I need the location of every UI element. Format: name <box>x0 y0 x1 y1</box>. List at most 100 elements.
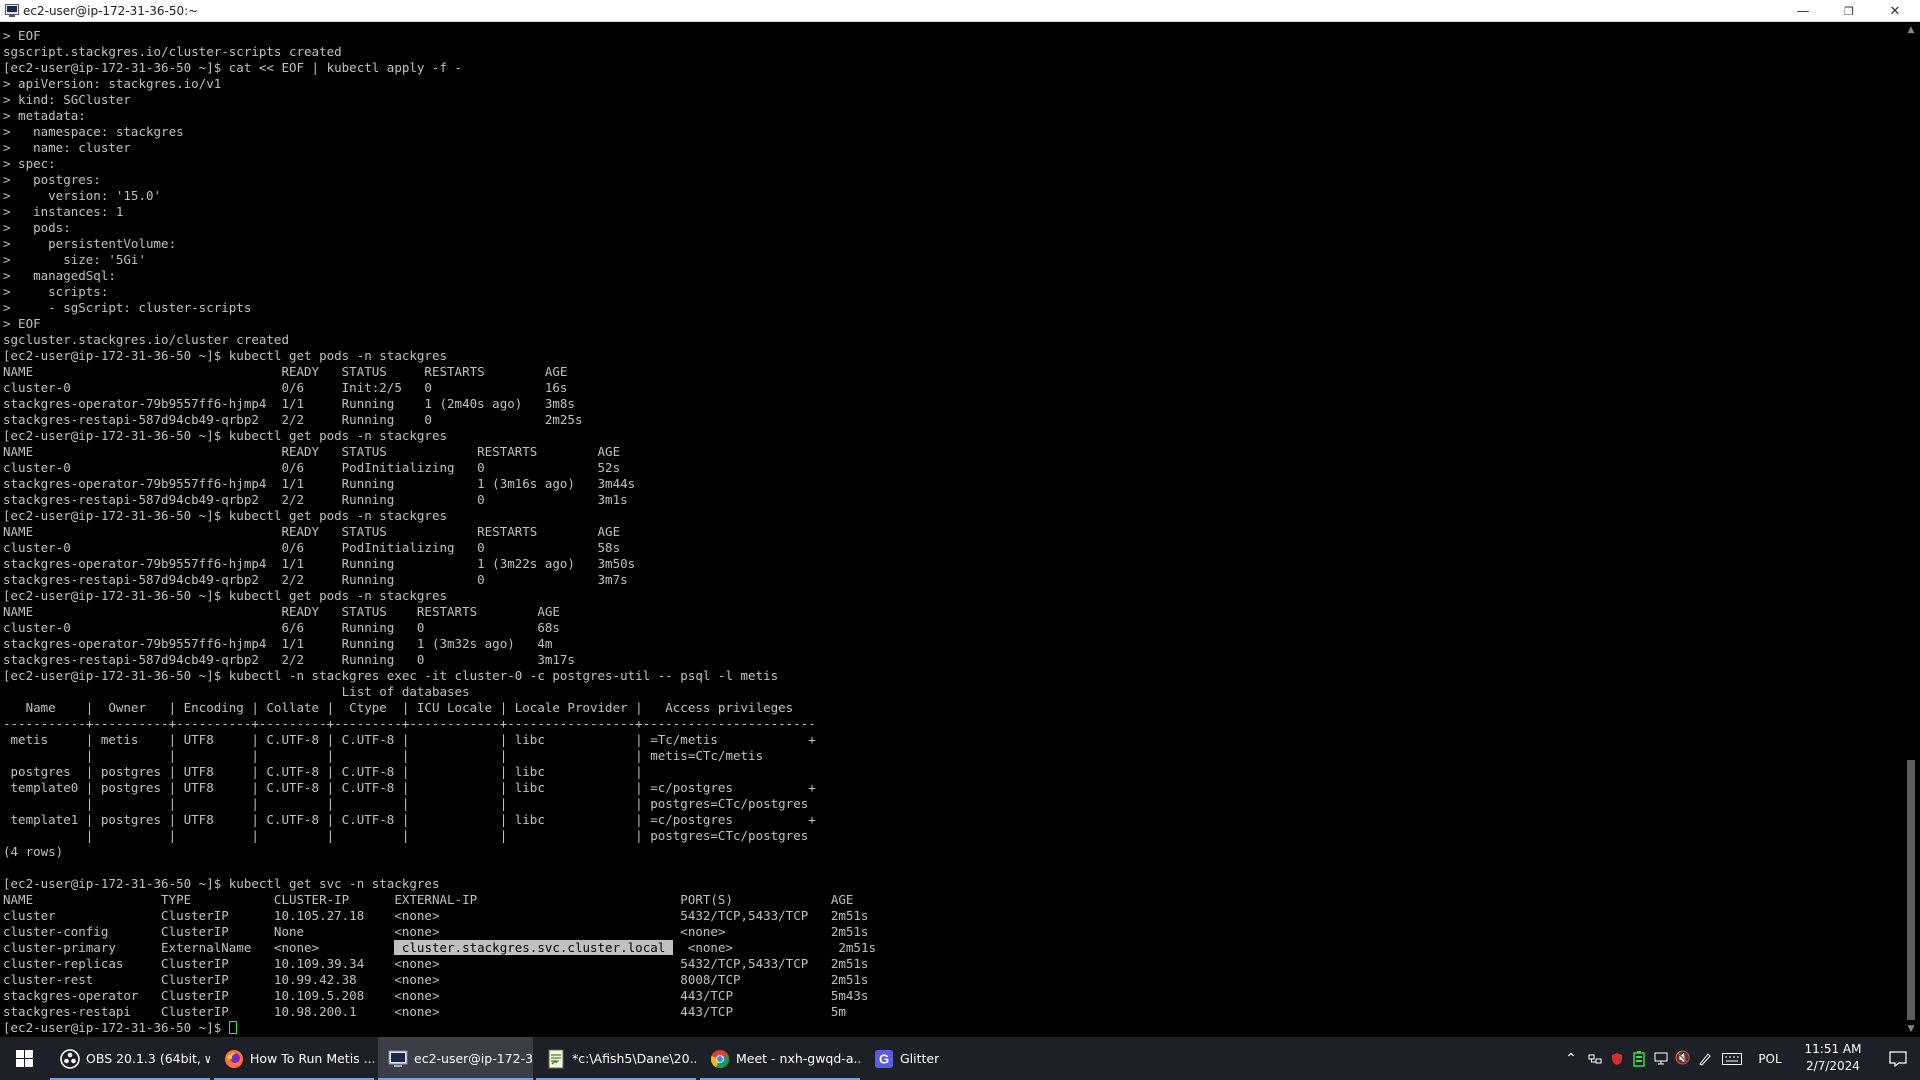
terminal-line: > persistentVolume: <box>3 236 1902 252</box>
terminal-line: Name | Owner | Encoding | Collate | Ctyp… <box>3 700 1902 716</box>
taskbar-item-obs[interactable]: OBS 20.1.3 (64bit, w... <box>50 1037 210 1080</box>
terminal-text: > pods: <box>3 220 71 235</box>
terminal-line: stackgres-restapi-587d94cb49-qrbp2 2/2 R… <box>3 572 1902 588</box>
terminal-prompt-line: [ec2-user@ip-172-31-36-50 ~]$ <box>3 1020 1902 1036</box>
scroll-up-icon[interactable]: ▲ <box>1902 22 1920 38</box>
scrollbar-thumb[interactable] <box>1907 760 1915 1020</box>
taskbar-item-terminal[interactable]: ec2-user@ip-172-3... <box>378 1037 533 1080</box>
terminal-text: sgcluster.stackgres.io/cluster created <box>3 332 289 347</box>
terminal-line: cluster-0 0/6 PodInitializing 0 58s <box>3 540 1902 556</box>
terminal-line: stackgres-restapi ClusterIP 10.98.200.1 … <box>3 1004 1902 1020</box>
taskbar-item-firefox[interactable]: How To Run Metis ... <box>214 1037 374 1080</box>
terminal-scrollbar[interactable]: ▲ ▼ <box>1902 22 1920 1037</box>
terminal-line: metis | metis | UTF8 | C.UTF-8 | C.UTF-8… <box>3 732 1902 748</box>
taskbar-item-label: Meet - nxh-gwqd-a... <box>736 1051 860 1066</box>
terminal-line: stackgres-operator ClusterIP 10.109.5.20… <box>3 988 1902 1004</box>
start-button[interactable] <box>0 1037 48 1080</box>
terminal-line: -----------+----------+----------+------… <box>3 716 1902 732</box>
terminal-output[interactable]: > EOF sgscript.stackgres.io/cluster-scrip… <box>0 22 1902 1037</box>
putty-icon <box>5 4 19 17</box>
terminal-text: cluster-0 0/6 PodInitializing 0 58s <box>3 540 621 555</box>
terminal-text: [ec2-user@ip-172-31-36-50 ~]$ kubectl ge… <box>3 428 448 443</box>
taskbar-item-notepad[interactable]: *c:\Afish5\Dane\20... <box>536 1037 696 1080</box>
terminal-text: stackgres-operator ClusterIP 10.109.5.20… <box>3 988 869 1003</box>
terminal-line: cluster ClusterIP 10.105.27.18 <none> 54… <box>3 908 1902 924</box>
terminal-text: > apiVersion: stackgres.io/v1 <box>3 76 222 91</box>
clock-time: 11:51 AM <box>1804 1042 1862 1056</box>
terminal-line: postgres | postgres | UTF8 | C.UTF-8 | C… <box>3 764 1902 780</box>
terminal-line: (4 rows) <box>3 844 1902 860</box>
terminal-line: NAME READY STATUS RESTARTS AGE <box>3 524 1902 540</box>
firefox-icon <box>224 1049 244 1069</box>
scroll-down-icon[interactable]: ▼ <box>1902 1021 1920 1037</box>
terminal-line: cluster-primary ExternalName <none> clus… <box>3 940 1902 956</box>
obs-icon <box>60 1048 80 1069</box>
terminal-text: | | | | | | | postgres=CTc/postgres <box>3 796 809 811</box>
close-button[interactable]: ✕ <box>1872 0 1918 22</box>
terminal-line: > metadata: <box>3 108 1902 124</box>
window-title-bar: ec2-user@ip-172-31-36-50:~ — ❐ ✕ <box>0 0 1920 22</box>
terminal-text: [ec2-user@ip-172-31-36-50 ~]$ kubectl ge… <box>3 508 448 523</box>
terminal-text: NAME TYPE CLUSTER-IP EXTERNAL-IP PORT(S)… <box>3 892 854 907</box>
terminal-line: stackgres-restapi-587d94cb49-qrbp2 2/2 R… <box>3 412 1902 428</box>
terminal-line: stackgres-operator-79b9557ff6-hjmp4 1/1 … <box>3 556 1902 572</box>
terminal-line: > managedSql: <box>3 268 1902 284</box>
terminal-text: postgres | postgres | UTF8 | C.UTF-8 | C… <box>3 764 643 779</box>
network-icon[interactable] <box>1650 1037 1672 1080</box>
battery-status-icon[interactable] <box>1628 1037 1650 1080</box>
terminal-line: NAME READY STATUS RESTARTS AGE <box>3 444 1902 460</box>
action-center-notification-icon[interactable] <box>1876 1037 1920 1080</box>
taskbar-item-chrome[interactable]: Meet - nxh-gwqd-a... <box>700 1037 860 1080</box>
terminal-line: sgscript.stackgres.io/cluster-scripts cr… <box>3 44 1902 60</box>
terminal-line: stackgres-restapi-587d94cb49-qrbp2 2/2 R… <box>3 652 1902 668</box>
terminal-line: stackgres-operator-79b9557ff6-hjmp4 1/1 … <box>3 396 1902 412</box>
terminal-line: > EOF <box>3 316 1902 332</box>
taskbar-item-glitter[interactable]: G Glitter <box>864 1037 1014 1080</box>
svg-text:G: G <box>879 1051 889 1066</box>
notepad-icon <box>546 1049 566 1069</box>
terminal-line: cluster-replicas ClusterIP 10.109.39.34 … <box>3 956 1902 972</box>
pen-ink-icon[interactable] <box>1694 1037 1716 1080</box>
terminal-text: stackgres-restapi-587d94cb49-qrbp2 2/2 R… <box>3 412 583 427</box>
terminal-text: [ec2-user@ip-172-31-36-50 ~]$ kubectl -n… <box>3 668 779 683</box>
terminal-text: <none> 2m51s <box>672 940 876 955</box>
terminal-text: (4 rows) <box>3 844 64 859</box>
restore-button[interactable]: ❐ <box>1826 0 1872 22</box>
terminal-text: template1 | postgres | UTF8 | C.UTF-8 | … <box>3 812 816 827</box>
terminal-line: [ec2-user@ip-172-31-36-50 ~]$ cat << EOF… <box>3 60 1902 76</box>
terminal-text: metis | metis | UTF8 | C.UTF-8 | C.UTF-8… <box>3 732 816 747</box>
clock-date: 2/7/2024 <box>1806 1059 1860 1073</box>
minimize-button[interactable]: — <box>1780 0 1826 22</box>
terminal-text: -----------+----------+----------+------… <box>3 716 816 731</box>
show-hidden-icons-chevron-icon[interactable]: ⌃ <box>1560 1037 1582 1080</box>
volume-muted-icon[interactable]: 🔇 <box>1672 1037 1694 1080</box>
terminal-line: stackgres-restapi-587d94cb49-qrbp2 2/2 R… <box>3 492 1902 508</box>
terminal-text: [ec2-user@ip-172-31-36-50 ~]$ kubectl ge… <box>3 588 448 603</box>
terminal-text: [ec2-user@ip-172-31-36-50 ~]$ kubectl ge… <box>3 876 440 891</box>
terminal-line: stackgres-operator-79b9557ff6-hjmp4 1/1 … <box>3 476 1902 492</box>
keyboard-icon[interactable] <box>1718 1037 1746 1080</box>
network-devices-icon[interactable] <box>1584 1037 1606 1080</box>
terminal-text: Name | Owner | Encoding | Collate | Ctyp… <box>3 700 794 715</box>
window-title: ec2-user@ip-172-31-36-50:~ <box>23 4 199 18</box>
terminal-line: > kind: SGCluster <box>3 92 1902 108</box>
terminal-text: cluster-replicas ClusterIP 10.109.39.34 … <box>3 956 869 971</box>
terminal-text: > - sgScript: cluster-scripts <box>3 300 252 315</box>
terminal-text: > EOF <box>3 28 41 43</box>
terminal-line: > spec: <box>3 156 1902 172</box>
terminal-line: NAME READY STATUS RESTARTS AGE <box>3 604 1902 620</box>
terminal-text: > postgres: <box>3 172 101 187</box>
terminal-text: List of databases <box>3 684 470 699</box>
terminal-line: > apiVersion: stackgres.io/v1 <box>3 76 1902 92</box>
terminal-text: [ec2-user@ip-172-31-36-50 ~]$ cat << EOF… <box>3 60 463 75</box>
system-clock[interactable]: 11:51 AM 2/7/2024 <box>1796 1041 1870 1075</box>
taskbar-item-label: ec2-user@ip-172-3... <box>414 1051 533 1066</box>
terminal-line: > instances: 1 <box>3 204 1902 220</box>
terminal-line: cluster-0 6/6 Running 0 68s <box>3 620 1902 636</box>
security-shield-icon[interactable] <box>1606 1037 1628 1080</box>
terminal-text: template0 | postgres | UTF8 | C.UTF-8 | … <box>3 780 816 795</box>
terminal-line: template1 | postgres | UTF8 | C.UTF-8 | … <box>3 812 1902 828</box>
input-language[interactable]: POL <box>1752 1037 1788 1080</box>
terminal-text: NAME READY STATUS RESTARTS AGE <box>3 444 621 459</box>
terminal-cursor <box>228 1021 237 1034</box>
